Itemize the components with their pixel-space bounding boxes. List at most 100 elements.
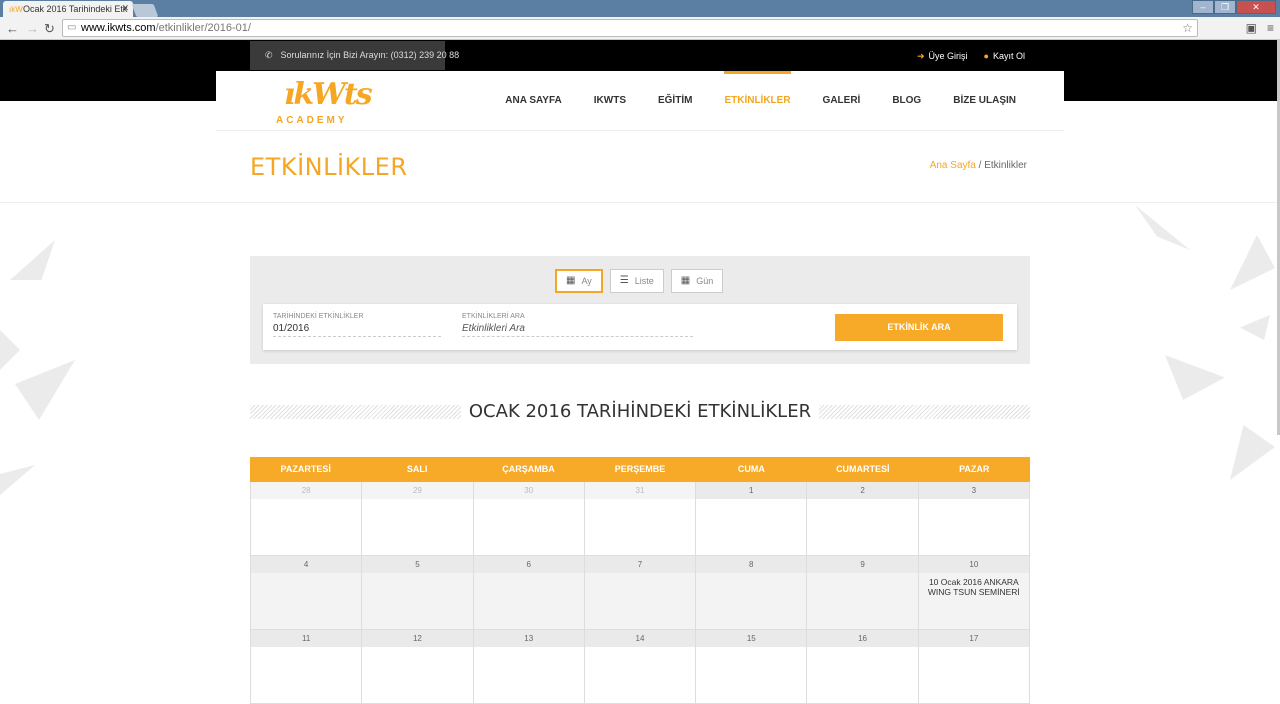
translate-icon[interactable]: ▣ [1246, 21, 1257, 35]
nav-item-etkinlikler[interactable]: ETKİNLİKLER [708, 71, 806, 131]
day-body [918, 499, 1029, 555]
close-window-button[interactable]: ✕ [1236, 0, 1276, 14]
register-link[interactable]: ● Kayıt Ol [984, 51, 1025, 62]
phone-text: Sorularınız İçin Bizi Arayın: (0312) 239… [280, 50, 460, 60]
calendar-day-cell[interactable]: 11 [251, 630, 363, 704]
calendar-day-cell[interactable]: 15 [696, 630, 808, 704]
maximize-button[interactable]: ❐ [1214, 0, 1236, 14]
search-field[interactable]: ETKİNLİKLERİ ARA Etkinlikleri Ara [462, 313, 693, 337]
calendar-day-cell[interactable]: 3 [918, 482, 1030, 556]
calendar-day-cell[interactable]: 2 [807, 482, 919, 556]
decor-shape [1165, 355, 1225, 400]
breadcrumb-home[interactable]: Ana Sayfa [930, 160, 976, 171]
day-number: 5 [362, 556, 473, 573]
calendar-day-cell[interactable]: 9 [807, 556, 919, 630]
nav-item-galeri[interactable]: GALERİ [807, 71, 877, 131]
day-body [807, 647, 918, 703]
page-title-bar: ETKİNLİKLER Ana Sayfa / Etkinlikler [0, 131, 1277, 203]
nav-item-ana-sayfa[interactable]: ANA SAYFA [489, 71, 578, 131]
view-month-button[interactable]: ▦ Ay [555, 269, 603, 293]
calendar-icon: ▦ [566, 275, 576, 286]
day-number: 31 [584, 482, 696, 499]
decor-shape [15, 360, 75, 420]
day-body [362, 573, 473, 629]
calendar-day-cell[interactable]: 28 [251, 482, 363, 556]
window-controls: – ❐ ✕ [1192, 0, 1276, 14]
day-number: 10 [918, 556, 1029, 573]
view-switcher: ▦ Ay ☰ Liste ▦ Gün [555, 269, 724, 293]
bookmark-star-icon[interactable]: ☆ [1182, 21, 1193, 35]
forward-arrow-icon[interactable]: → [26, 21, 39, 36]
calendar-day-cell[interactable]: 7 [584, 556, 697, 630]
login-link[interactable]: ➜ Üye Girişi [917, 51, 968, 62]
calendar-day-cell[interactable]: 6 [473, 556, 585, 630]
calendar-day-cell[interactable]: 30 [473, 482, 585, 556]
tab-close-icon[interactable]: ✕ [121, 3, 129, 14]
day-body [251, 573, 362, 629]
calendar-day-cell[interactable]: 10 10 Ocak 2016 ANKARA WING TSUN SEMİNERİ [918, 556, 1030, 630]
browser-toolbar: ← → ↻ ▭ www.ikwts.com/etkinlikler/2016-0… [0, 17, 1280, 40]
day-body [473, 499, 584, 555]
minimize-button[interactable]: – [1192, 0, 1214, 14]
day-number: 11 [251, 630, 362, 647]
calendar-day-cell[interactable]: 8 [696, 556, 808, 630]
search-input[interactable]: Etkinlikleri Ara [462, 323, 693, 337]
day-number: 14 [584, 630, 696, 647]
calendar-week-row: 4 5 6 7 8 9 10 10 Ocak 2016 ANKARA WING TSUN SE… [250, 556, 1030, 630]
weekday-label: ÇARŞAMBA [502, 464, 555, 474]
calendar-event-link[interactable]: 10 Ocak 2016 ANKARA WING TSUN SEMİNERİ [923, 577, 1025, 597]
day-body [584, 499, 696, 555]
date-input[interactable]: 01/2016 [273, 323, 441, 337]
menu-icon[interactable]: ≡ [1267, 21, 1274, 35]
browser-tab[interactable]: ıkW Ocak 2016 Tarihindeki Etk ✕ [3, 1, 133, 17]
calendar-day-cell[interactable]: 16 [807, 630, 919, 704]
date-field[interactable]: TARİHİNDEKİ ETKİNLİKLER 01/2016 [273, 313, 441, 337]
day-body [473, 573, 584, 629]
day-number: 8 [696, 556, 807, 573]
day-number: 4 [251, 556, 362, 573]
view-day-button[interactable]: ▦ Gün [670, 269, 724, 293]
decor-shape [1230, 235, 1275, 290]
calendar-day-cell[interactable]: 14 [584, 630, 697, 704]
nav-item-blog[interactable]: BLOG [876, 71, 937, 131]
decor-shape [1230, 425, 1275, 480]
day-number: 13 [473, 630, 584, 647]
search-card: TARİHİNDEKİ ETKİNLİKLER 01/2016 ETKİNLİK… [263, 304, 1017, 350]
view-list-label: Liste [634, 276, 654, 286]
address-bar[interactable]: ▭ www.ikwts.com/etkinlikler/2016-01/ ☆ [62, 19, 1198, 37]
decor-shape [1135, 205, 1190, 250]
site-logo[interactable]: ıkWts ACADEMY [276, 77, 373, 127]
nav-item-egitim[interactable]: EĞİTİM [642, 71, 708, 131]
day-number: 15 [696, 630, 807, 647]
browser-tab-strip: ıkW Ocak 2016 Tarihindeki Etk ✕ – ❐ ✕ [0, 0, 1280, 17]
site-favicon-icon: ıkW [9, 5, 23, 14]
search-events-button[interactable]: ETKİNLİK ARA [835, 314, 1003, 341]
new-tab-button[interactable] [131, 4, 159, 17]
reload-icon[interactable]: ↻ [44, 21, 55, 37]
month-title: OCAK 2016 TARİHİNDEKİ ETKİNLİKLER [460, 401, 820, 422]
calendar-grid: 28 29 30 31 1 2 3 4 5 6 7 8 9 10 10 Ocak 2016 ANKARA W… [250, 482, 1030, 704]
view-list-button[interactable]: ☰ Liste [609, 269, 664, 293]
calendar-day-cell[interactable]: 4 [251, 556, 363, 630]
calendar-week-row: 28 29 30 31 1 2 3 [250, 482, 1030, 556]
weekday-label: CUMARTESİ [836, 464, 890, 474]
nav-item-bize-ulasin[interactable]: BİZE ULAŞIN [937, 71, 1032, 131]
calendar-day-cell[interactable]: 12 [362, 630, 474, 704]
calendar-day-cell[interactable]: 17 [918, 630, 1030, 704]
calendar-day-cell[interactable]: 13 [473, 630, 585, 704]
calendar-day-cell[interactable]: 29 [362, 482, 474, 556]
calendar-day-cell[interactable]: 5 [362, 556, 474, 630]
day-number: 2 [807, 482, 918, 499]
list-icon: ☰ [619, 275, 629, 286]
calendar-day-cell[interactable]: 1 [696, 482, 808, 556]
day-number: 1 [696, 482, 807, 499]
day-body [251, 647, 362, 703]
login-label: Üye Girişi [928, 51, 968, 61]
calendar-day-cell[interactable]: 31 [584, 482, 697, 556]
day-number: 29 [362, 482, 473, 499]
back-arrow-icon[interactable]: ← [6, 21, 19, 36]
nav-item-ikwts[interactable]: IKWTS [578, 71, 642, 131]
calendar-week-row: 11 12 13 14 15 16 17 [250, 630, 1030, 704]
day-body [807, 499, 918, 555]
sign-in-icon: ➜ [916, 51, 925, 61]
